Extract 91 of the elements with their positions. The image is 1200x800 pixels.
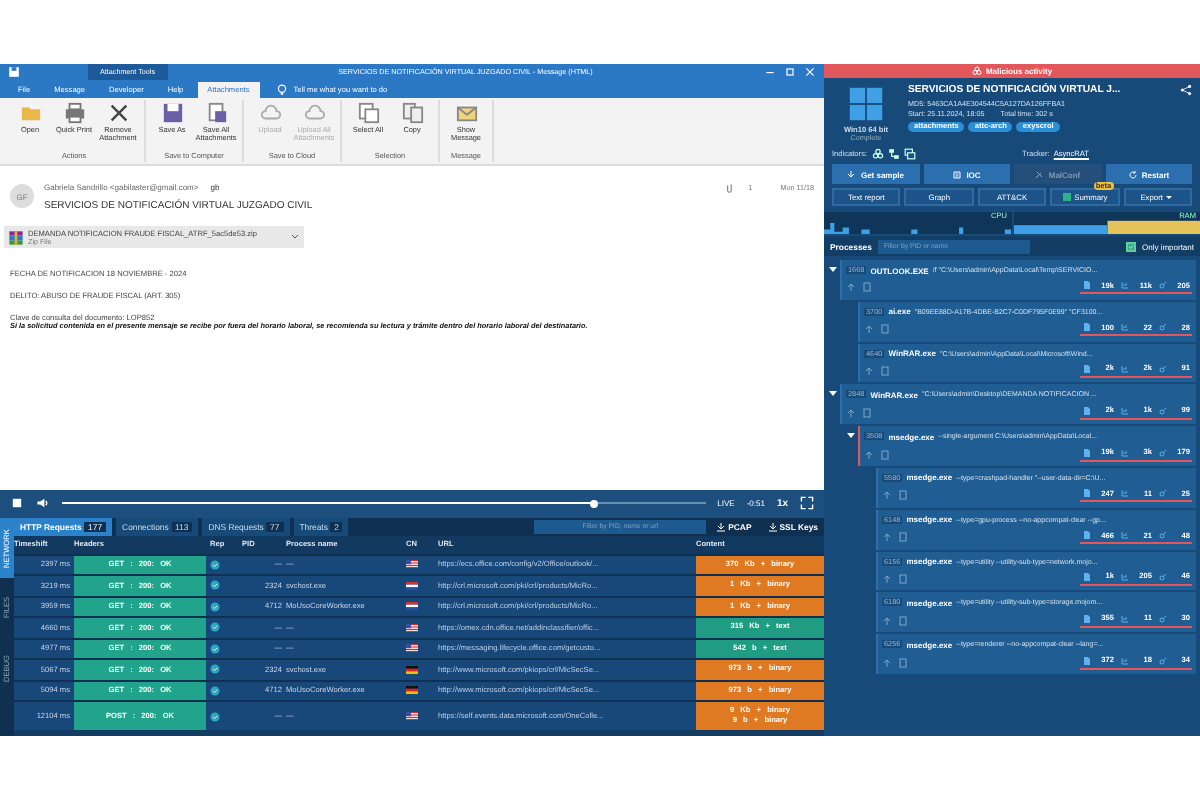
upload-icon xyxy=(882,615,892,626)
document-icon xyxy=(862,282,872,293)
file-icon xyxy=(1082,405,1092,416)
restore-icon[interactable] xyxy=(784,66,796,78)
windows-icon xyxy=(903,147,916,159)
document-icon xyxy=(880,324,890,335)
upload-icon xyxy=(846,282,856,293)
module-icon xyxy=(1158,447,1168,458)
flag-icon xyxy=(406,560,418,569)
check-icon xyxy=(210,685,220,696)
document-icon xyxy=(898,532,908,543)
file-icon xyxy=(1082,655,1092,666)
flag-icon xyxy=(406,712,418,720)
upload-icon xyxy=(882,490,892,501)
list-icon xyxy=(952,169,963,179)
minimize-icon[interactable] xyxy=(764,66,776,78)
upload-icon xyxy=(882,532,892,543)
download-icon xyxy=(767,521,778,531)
document-icon xyxy=(898,573,908,584)
flag-icon xyxy=(406,623,418,632)
biohazard-icon xyxy=(971,66,982,76)
check-icon xyxy=(210,580,220,591)
cloud-upload-icon xyxy=(303,102,325,124)
file-icon xyxy=(1082,447,1092,458)
module-icon xyxy=(1158,322,1168,333)
document-icon xyxy=(880,449,890,460)
network-icon xyxy=(887,147,900,159)
upload-icon xyxy=(846,407,856,418)
module-icon xyxy=(1158,280,1168,291)
check-icon xyxy=(210,711,220,721)
save-icon[interactable] xyxy=(8,66,20,78)
restart-icon xyxy=(1127,169,1138,179)
registry-icon xyxy=(1120,530,1130,541)
download-icon xyxy=(716,521,727,531)
upload-icon xyxy=(864,324,874,335)
registry-icon xyxy=(1120,280,1130,291)
close-icon[interactable] xyxy=(804,66,816,78)
windows-logo-icon xyxy=(848,86,884,122)
check-icon xyxy=(210,643,220,654)
envelope-icon xyxy=(455,102,477,124)
paperclip-icon xyxy=(724,181,737,193)
flag-icon xyxy=(406,644,418,653)
module-icon xyxy=(1158,613,1168,624)
file-icon xyxy=(1082,613,1092,624)
check-icon xyxy=(210,622,220,633)
registry-icon xyxy=(1120,363,1130,374)
module-icon xyxy=(1158,405,1168,416)
file-icon xyxy=(1082,571,1092,582)
folder-icon xyxy=(19,102,41,124)
cloud-icon xyxy=(259,102,281,124)
registry-icon xyxy=(1120,488,1130,499)
caret-icon xyxy=(1164,192,1175,202)
archive-icon xyxy=(8,229,24,245)
registry-icon xyxy=(1120,322,1130,333)
module-icon xyxy=(1158,488,1168,499)
check-icon xyxy=(210,601,220,612)
upload-icon xyxy=(864,365,874,376)
biohazard-icon xyxy=(871,147,884,159)
checkbox[interactable] xyxy=(1125,241,1136,251)
document-icon xyxy=(898,657,908,668)
document-icon xyxy=(862,407,872,418)
module-icon xyxy=(1158,571,1168,582)
module-icon xyxy=(1158,655,1168,666)
file-icon xyxy=(1082,530,1092,541)
check-icon xyxy=(210,559,220,570)
document-icon xyxy=(898,615,908,626)
stop-icon[interactable] xyxy=(10,496,24,510)
check-icon xyxy=(210,664,220,675)
file-icon xyxy=(1082,280,1092,291)
document-icon xyxy=(898,490,908,501)
registry-icon xyxy=(1120,655,1130,666)
module-icon xyxy=(1158,530,1168,541)
registry-icon xyxy=(1120,447,1130,458)
speaker-icon[interactable] xyxy=(36,496,50,510)
upload-icon xyxy=(882,657,892,668)
share-icon[interactable] xyxy=(1180,84,1192,96)
expand-toggle-icon[interactable] xyxy=(828,264,838,274)
registry-icon xyxy=(1120,613,1130,624)
upload-icon xyxy=(882,573,892,584)
registry-icon xyxy=(1120,571,1130,582)
fullscreen-icon[interactable] xyxy=(800,496,814,510)
summary-icon xyxy=(1062,192,1073,202)
file-icon xyxy=(1082,363,1092,374)
upload-icon xyxy=(864,449,874,460)
remove-icon xyxy=(107,102,129,124)
module-icon xyxy=(1158,363,1168,374)
registry-icon xyxy=(1120,405,1130,416)
download-icon xyxy=(846,169,857,179)
file-icon xyxy=(1082,322,1092,333)
document-icon xyxy=(880,365,890,376)
file-icon xyxy=(1082,488,1092,499)
